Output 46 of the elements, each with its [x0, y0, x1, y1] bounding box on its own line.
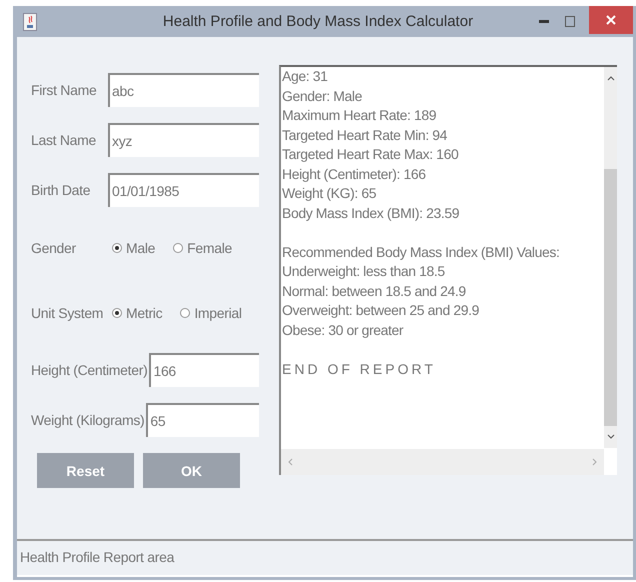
field-label: Weight (Kilograms) — [31, 412, 144, 428]
radio-option[interactable]: Male — [112, 240, 156, 256]
maximize-icon[interactable] — [565, 16, 575, 27]
scroll-left-icon[interactable] — [287, 458, 293, 466]
report-line: END OF REPORT — [282, 360, 437, 378]
horizontal-scrollbar[interactable] — [281, 449, 604, 475]
input-field[interactable]: 166 — [149, 353, 259, 387]
radio-option[interactable]: Imperial — [180, 304, 242, 320]
field-label: Gender — [31, 240, 77, 256]
reset-button[interactable]: Reset — [37, 453, 134, 488]
field-label: Height (Centimeter) — [31, 362, 148, 378]
ok-button[interactable]: OK — [143, 453, 240, 488]
report-line: Recommended Body Mass Index (BMI) Values: — [282, 242, 560, 262]
report-line: Height (Centimeter): 166 — [282, 164, 427, 184]
report-line: Overweight: between 25 and 29.9 — [282, 301, 480, 320]
report-line: Normal: between 18.5 and 24.9 — [282, 282, 467, 300]
radio-option[interactable]: Female — [173, 240, 232, 256]
field-label: Birth Date — [31, 182, 92, 198]
report-line: Obese: 30 or greater — [282, 320, 404, 340]
window-title: Health Profile and Body Mass Index Calculator — [162, 13, 474, 30]
field-label: First Name — [31, 82, 98, 98]
close-icon — [606, 15, 616, 25]
report-line: Targeted Heart Rate Max: 160 — [282, 145, 460, 164]
report-line: Weight (KG): 65 — [282, 184, 378, 203]
coffee-cup-icon — [23, 12, 37, 30]
report-line: Maximum Heart Rate: 189 — [282, 106, 438, 125]
field-label: Last Name — [31, 132, 97, 148]
minimize-icon[interactable] — [539, 20, 549, 24]
input-field[interactable]: abc — [108, 73, 259, 107]
report-line: Body Mass Index (BMI): 23.59 — [282, 204, 460, 223]
status-text: Health Profile Report area — [20, 549, 174, 565]
report-line: Gender: Male — [282, 86, 364, 106]
input-field[interactable]: xyz — [108, 123, 259, 157]
scroll-down-icon[interactable] — [606, 434, 614, 440]
radio-option[interactable]: Metric — [112, 304, 162, 320]
report-line: Underweight: less than 18.5 — [282, 262, 446, 281]
report-line: Targeted Heart Rate Min: 94 — [282, 126, 448, 145]
input-field[interactable]: 65 — [146, 403, 259, 437]
report-line: Age: 31 — [282, 67, 328, 86]
field-label: Unit System — [31, 304, 104, 320]
input-field[interactable]: 01/01/1985 — [108, 173, 259, 207]
scroll-up-icon[interactable] — [606, 75, 614, 81]
close-button[interactable] — [589, 6, 633, 34]
vertical-scrollbar[interactable] — [604, 67, 617, 448]
scroll-right-icon[interactable] — [592, 458, 598, 466]
scroll-thumb[interactable] — [604, 169, 617, 426]
